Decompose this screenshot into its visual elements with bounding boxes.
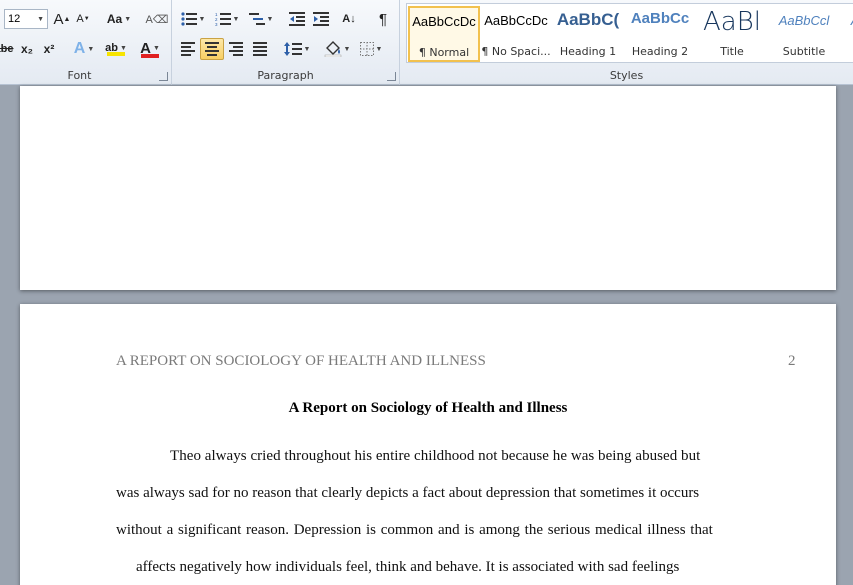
- line-spacing-icon: [283, 42, 302, 56]
- highlight-color-button[interactable]: ab ▼: [100, 38, 132, 60]
- body-line-2: was always sad for no reason that clearl…: [116, 485, 700, 501]
- decrease-indent-button[interactable]: [286, 8, 308, 30]
- align-center-button[interactable]: [200, 38, 224, 60]
- highlight-swatch: [107, 52, 125, 56]
- body-line-4: affects negatively how individuals feel,…: [136, 559, 680, 575]
- line-spacing-button[interactable]: ▼: [282, 38, 312, 60]
- align-right-button[interactable]: [224, 38, 248, 60]
- paragraph-dialog-launcher-icon[interactable]: [387, 72, 396, 81]
- styles-group: Styles: [400, 0, 853, 85]
- align-right-icon: [229, 42, 243, 56]
- borders-button[interactable]: ▼: [356, 38, 386, 60]
- font-color-swatch: [141, 54, 159, 58]
- font-color-button[interactable]: A ▼: [136, 38, 164, 60]
- styles-group-label: Styles: [609, 69, 644, 82]
- borders-icon: [359, 42, 374, 56]
- text-effects-button[interactable]: A ▼: [70, 38, 98, 60]
- align-left-button[interactable]: [176, 38, 200, 60]
- show-formatting-marks-button[interactable]: ¶: [372, 8, 394, 30]
- multilevel-list-icon: [248, 13, 265, 25]
- grow-font-button[interactable]: A ▲: [52, 8, 72, 30]
- font-dialog-launcher-icon[interactable]: [159, 72, 168, 81]
- page-1[interactable]: [20, 86, 836, 290]
- align-center-icon: [205, 42, 219, 56]
- body-line-3: without a significant reason. Depression…: [116, 522, 713, 538]
- subscript-button[interactable]: x₂: [17, 38, 37, 60]
- justify-icon: [253, 42, 267, 56]
- pilcrow-icon: ¶: [378, 10, 388, 28]
- grow-font-icon: A: [53, 10, 64, 28]
- document-workspace[interactable]: A REPORT ON SOCIOLOGY OF HEALTH AND ILLN…: [0, 86, 853, 585]
- running-head: A REPORT ON SOCIOLOGY OF HEALTH AND ILLN…: [116, 353, 486, 369]
- svg-text:3: 3: [215, 22, 218, 26]
- shrink-font-icon: A: [76, 13, 84, 25]
- clear-formatting-button[interactable]: A⌫: [145, 8, 169, 30]
- font-size-value: 12: [8, 13, 21, 25]
- strikethrough-icon: abe: [0, 43, 14, 55]
- sort-icon: A↓: [342, 13, 356, 25]
- increase-indent-icon: [313, 12, 329, 26]
- text-effects-icon: A: [73, 40, 86, 57]
- justify-button[interactable]: [248, 38, 272, 60]
- bullets-button[interactable]: ▼: [178, 8, 208, 30]
- shrink-font-button[interactable]: A ▼: [74, 8, 92, 30]
- ribbon: 12 ▼ A▲ A▼ Aa▼ A⌫ abe x₂ x² A▼ ab▼: [0, 0, 853, 85]
- font-size-combo[interactable]: 12 ▼: [4, 9, 48, 29]
- chevron-down-icon: ▼: [37, 15, 44, 23]
- clear-formatting-icon: A⌫: [145, 13, 169, 26]
- bullets-icon: [180, 12, 197, 26]
- font-group: 12 ▼ A▲ A▼ Aa▼ A⌫ abe x₂ x² A▼ ab▼: [0, 0, 172, 85]
- numbering-icon: 123: [215, 12, 231, 26]
- page-number: 2: [788, 353, 796, 369]
- body-line-1: Theo always cried throughout his entire …: [170, 448, 701, 464]
- sort-button[interactable]: A↓: [338, 8, 360, 30]
- increase-indent-button[interactable]: [310, 8, 332, 30]
- superscript-icon: x²: [43, 42, 55, 56]
- subscript-icon: x₂: [20, 42, 33, 56]
- superscript-button[interactable]: x²: [39, 38, 59, 60]
- numbering-button[interactable]: 1 2 3 ▼: [212, 8, 242, 30]
- multilevel-list-button[interactable]: ▼: [246, 8, 276, 30]
- paragraph-group: ▼ 1 2 3 ▼ ▼ A↓ ¶ ▼ ▼ ▼ Paragraph: [172, 0, 400, 85]
- document-title: A Report on Sociology of Health and Illn…: [288, 400, 568, 416]
- align-left-icon: [181, 42, 195, 56]
- paint-bucket-icon: [324, 41, 341, 57]
- page-2[interactable]: A REPORT ON SOCIOLOGY OF HEALTH AND ILLN…: [20, 304, 836, 585]
- change-case-button[interactable]: Aa ▼: [104, 8, 134, 30]
- decrease-indent-icon: [289, 12, 305, 26]
- shading-button[interactable]: ▼: [322, 38, 352, 60]
- font-group-label: Font: [67, 69, 92, 82]
- paragraph-group-label: Paragraph: [257, 69, 314, 82]
- change-case-icon: Aa: [106, 12, 123, 26]
- strikethrough-button[interactable]: abe: [0, 38, 14, 60]
